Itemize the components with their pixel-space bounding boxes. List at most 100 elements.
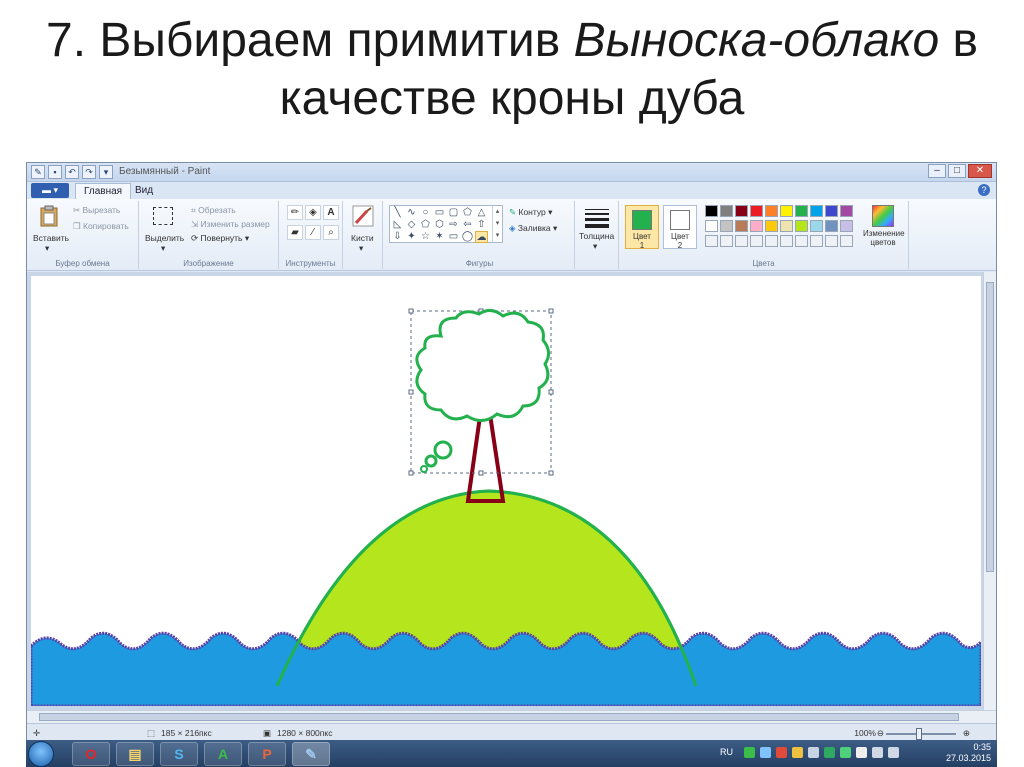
palette-custom-slot[interactable]	[795, 235, 808, 247]
file-menu-button[interactable]: ▬ ▾	[31, 183, 69, 198]
palette-custom-slot[interactable]	[720, 235, 733, 247]
palette-color-swatch[interactable]	[810, 205, 823, 217]
palette-custom-slot[interactable]	[750, 235, 763, 247]
dropdown-icon[interactable]: ▾	[99, 165, 113, 179]
polygon-shape-icon[interactable]: ⬠	[461, 207, 474, 219]
diamond-shape-icon[interactable]: ◇	[405, 219, 418, 231]
shapes-scroll[interactable]: ▴ ▾ ▾	[492, 206, 502, 242]
paste-button[interactable]: Вставить ▾	[31, 203, 69, 255]
opera-icon[interactable]: O	[72, 742, 110, 766]
outline-button[interactable]: ✎ Контур ▾	[509, 207, 552, 218]
down-arrow-shape-icon[interactable]: ⇩	[391, 231, 404, 243]
fill-button[interactable]: ◈ Заливка ▾	[509, 223, 557, 234]
four-point-star-shape-icon[interactable]: ✦	[405, 231, 418, 243]
horizontal-scroll-thumb[interactable]	[39, 713, 959, 721]
palette-color-swatch[interactable]	[825, 205, 838, 217]
tray-signal-icon[interactable]	[872, 747, 883, 758]
minimize-icon[interactable]: –	[928, 164, 946, 178]
vertical-scrollbar[interactable]	[983, 272, 996, 710]
tray-update-icon[interactable]	[792, 747, 803, 758]
palette-custom-slot[interactable]	[780, 235, 793, 247]
palette-color-swatch[interactable]	[780, 205, 793, 217]
palette-color-swatch[interactable]	[780, 220, 793, 232]
resize-button[interactable]: ⇲ Изменить размер	[191, 219, 270, 230]
color2-button[interactable]: Цвет 2	[663, 205, 697, 250]
explorer-icon[interactable]: ▤	[116, 742, 154, 766]
tray-speaker-small-icon[interactable]	[808, 747, 819, 758]
horizontal-scrollbar[interactable]	[27, 710, 996, 723]
tray-skype-icon[interactable]	[824, 747, 835, 758]
palette-color-swatch[interactable]	[735, 205, 748, 217]
palette-color-swatch[interactable]	[750, 220, 763, 232]
zoom-in-icon[interactable]: ⊕	[963, 728, 970, 739]
color-picker-icon[interactable]: ⁄	[305, 225, 321, 240]
palette-color-swatch[interactable]	[810, 220, 823, 232]
palette-color-swatch[interactable]	[705, 205, 718, 217]
zoom-slider-knob[interactable]	[916, 728, 922, 740]
save-icon[interactable]: ▪	[48, 165, 62, 179]
pentagon-shape-icon[interactable]: ⬠	[419, 219, 432, 231]
text-icon[interactable]: A	[323, 205, 339, 220]
pencil-icon[interactable]: ✏	[287, 205, 303, 220]
eraser-icon[interactable]: ▰	[287, 225, 303, 240]
paint-icon[interactable]: ✎	[31, 165, 45, 179]
palette-custom-slot[interactable]	[735, 235, 748, 247]
edit-colors-button[interactable]: Изменение цветов	[863, 205, 905, 247]
right-arrow-shape-icon[interactable]: ⇨	[447, 219, 460, 231]
palette-color-swatch[interactable]	[825, 220, 838, 232]
palette-color-swatch[interactable]	[765, 220, 778, 232]
rectangle-shape-icon[interactable]: ▭	[433, 207, 446, 219]
left-arrow-shape-icon[interactable]: ⇦	[461, 219, 474, 231]
vertical-scroll-thumb[interactable]	[986, 282, 994, 572]
palette-color-swatch[interactable]	[720, 220, 733, 232]
oval-callout-shape-icon[interactable]: ◯	[461, 231, 474, 243]
tab-view[interactable]: Вид	[127, 183, 161, 199]
palette-color-swatch[interactable]	[705, 220, 718, 232]
line-shape-icon[interactable]: ╲	[391, 207, 404, 219]
zoom-slider[interactable]	[886, 728, 956, 740]
copy-button[interactable]: ❐ Копировать	[73, 221, 129, 232]
palette-color-swatch[interactable]	[840, 205, 853, 217]
paint-taskbar-icon[interactable]: ✎	[292, 742, 330, 766]
color1-button[interactable]: Цвет 1	[625, 205, 659, 250]
palette-color-swatch[interactable]	[795, 220, 808, 232]
start-button[interactable]	[28, 741, 54, 767]
crop-button[interactable]: ⌗ Обрезать	[191, 205, 236, 216]
close-icon[interactable]: ✕	[968, 164, 992, 178]
drawing-canvas[interactable]	[31, 276, 981, 706]
palette-color-swatch[interactable]	[750, 205, 763, 217]
cloud-callout-shape-icon[interactable]: ☁	[475, 231, 488, 243]
tray-green-icon[interactable]	[840, 747, 851, 758]
maximize-icon[interactable]: □	[948, 164, 966, 178]
oval-shape-icon[interactable]: ○	[419, 207, 432, 219]
six-point-star-shape-icon[interactable]: ✶	[433, 231, 446, 243]
select-button[interactable]: Выделить ▾	[143, 203, 184, 255]
app-a-icon[interactable]: A	[204, 742, 242, 766]
palette-custom-slot[interactable]	[825, 235, 838, 247]
group-thickness[interactable]: Толщина ▾	[575, 201, 619, 269]
tray-app-icon[interactable]	[744, 747, 755, 758]
fill-icon[interactable]: ◈	[305, 205, 321, 220]
five-point-star-shape-icon[interactable]: ☆	[419, 231, 432, 243]
rotate-button[interactable]: ⟳ Повернуть ▾	[191, 233, 249, 244]
tray-network-icon[interactable]	[760, 747, 771, 758]
palette-custom-slot[interactable]	[840, 235, 853, 247]
palette-color-swatch[interactable]	[840, 220, 853, 232]
palette-color-swatch[interactable]	[735, 220, 748, 232]
tab-home[interactable]: Главная	[75, 183, 132, 199]
hexagon-shape-icon[interactable]: ⬡	[433, 219, 446, 231]
help-icon[interactable]: ?	[978, 184, 990, 196]
magnifier-icon[interactable]: ⌕	[323, 225, 339, 240]
tray-flag-icon[interactable]	[856, 747, 867, 758]
palette-custom-slot[interactable]	[765, 235, 778, 247]
language-indicator[interactable]: RU	[720, 747, 733, 757]
zoom-out-icon[interactable]: ⊖	[877, 728, 884, 739]
tray-volume-icon[interactable]	[888, 747, 899, 758]
clock[interactable]: 0:35 27.03.2015	[946, 742, 991, 764]
skype-icon[interactable]: S	[160, 742, 198, 766]
triangle-shape-icon[interactable]: △	[475, 207, 488, 219]
palette-custom-slot[interactable]	[705, 235, 718, 247]
rounded-rectangle-shape-icon[interactable]: ▢	[447, 207, 460, 219]
undo-icon[interactable]: ↶	[65, 165, 79, 179]
redo-icon[interactable]: ↷	[82, 165, 96, 179]
